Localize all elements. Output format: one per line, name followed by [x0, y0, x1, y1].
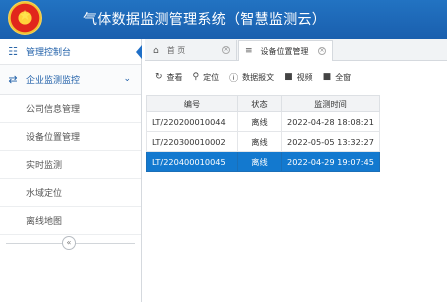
- table-row[interactable]: LT/220200010044 离线 2022-04-28 18:08:21: [146, 111, 380, 132]
- close-icon[interactable]: ×: [222, 46, 230, 54]
- device-table: 编号 状态 监测时间 LT/220200010044 离线 2022-04-28…: [146, 95, 380, 172]
- cell-time: 2022-05-05 13:32:27: [281, 131, 380, 152]
- info-icon: ⓘ: [229, 73, 239, 84]
- video-label: 视频: [296, 72, 313, 82]
- toolbar: ↻ 查看 ⚲ 定位 ⓘ 数据报文 ■ 视频 ■ 全窗: [145, 68, 447, 86]
- dashboard-icon: ☷: [8, 45, 18, 58]
- map-pin-icon: ⚲: [192, 72, 200, 82]
- video-camera-icon: ■: [322, 72, 332, 82]
- section-label: 企业监测监控: [26, 76, 81, 86]
- tab-bar: ⌂ 首 页 × ≡ 设备位置管理 ×: [145, 39, 447, 61]
- sidebar-item-company-info[interactable]: 公司信息管理: [0, 95, 141, 123]
- active-caret-icon: [136, 45, 142, 59]
- emblem-logo: ★: [8, 1, 42, 35]
- video-camera-icon: ■: [284, 72, 293, 82]
- main-area: ⌂ 首 页 × ≡ 设备位置管理 × ↻ 查看 ⚲ 定位 ⓘ 数据报文 ■ 视频…: [145, 39, 447, 302]
- tab-device-location[interactable]: ≡ 设备位置管理 ×: [238, 40, 333, 61]
- sidebar-item-water-locate[interactable]: 水域定位: [0, 179, 141, 207]
- close-icon[interactable]: ×: [318, 47, 326, 55]
- cell-status: 离线: [237, 111, 282, 132]
- refresh-icon: ↻: [155, 72, 163, 82]
- column-header-id[interactable]: 编号: [146, 95, 238, 112]
- column-header-time[interactable]: 监测时间: [281, 95, 380, 112]
- view-label: 查看: [166, 72, 183, 82]
- cell-status: 离线: [237, 131, 282, 152]
- sidebar-collapse: «: [0, 236, 141, 250]
- locate-label: 定位: [203, 72, 220, 82]
- sidebar-dashboard[interactable]: ☷ 管理控制台: [0, 39, 142, 65]
- fullscreen-button[interactable]: ■ 全窗: [323, 72, 352, 83]
- sidebar-item-realtime[interactable]: 实时监测: [0, 151, 141, 179]
- list-icon: ≡: [245, 46, 253, 56]
- view-button[interactable]: ↻ 查看: [155, 72, 183, 83]
- sidebar: ☷ 管理控制台 ⇄ 企业监测监控 ⌄ 公司信息管理 设备位置管理 实时监测 水域…: [0, 39, 142, 302]
- cell-time: 2022-04-29 19:07:45: [281, 151, 380, 172]
- dashboard-label: 管理控制台: [26, 48, 72, 58]
- report-label: 数据报文: [242, 72, 275, 82]
- chevron-down-icon[interactable]: ⌄: [123, 74, 131, 84]
- cell-id: LT/220400010045: [146, 151, 238, 172]
- exchange-icon: ⇄: [8, 73, 18, 86]
- tab-home[interactable]: ⌂ 首 页 ×: [147, 40, 237, 61]
- locate-button[interactable]: ⚲ 定位: [193, 72, 220, 83]
- home-icon: ⌂: [153, 45, 159, 56]
- table-row-selected[interactable]: LT/220400010045 离线 2022-04-29 19:07:45: [146, 151, 380, 172]
- tab-label: 设备位置管理: [260, 46, 309, 56]
- app-title: 气体数据监测管理系统（智慧监测云）: [83, 12, 327, 28]
- fullscreen-label: 全窗: [335, 72, 352, 82]
- table-header-row: 编号 状态 监测时间: [146, 95, 380, 112]
- report-button[interactable]: ⓘ 数据报文: [229, 71, 274, 84]
- sidebar-item-device-location[interactable]: 设备位置管理: [0, 123, 141, 151]
- sidebar-section-monitoring[interactable]: ⇄ 企业监测监控 ⌄: [0, 65, 141, 95]
- app-header: ★ 气体数据监测管理系统（智慧监测云）: [0, 0, 447, 39]
- cell-id: LT/220200010044: [146, 111, 238, 132]
- cell-id: LT/220300010002: [146, 131, 238, 152]
- tab-label: 首 页: [166, 46, 186, 55]
- sidebar-item-offline-map[interactable]: 离线地图: [0, 207, 141, 235]
- cell-status: 离线: [237, 151, 282, 172]
- video-button[interactable]: ■ 视频: [284, 72, 313, 83]
- column-header-status[interactable]: 状态: [237, 95, 282, 112]
- collapse-button[interactable]: «: [62, 236, 76, 250]
- table-row[interactable]: LT/220300010002 离线 2022-05-05 13:32:27: [146, 131, 380, 152]
- cell-time: 2022-04-28 18:08:21: [281, 111, 380, 132]
